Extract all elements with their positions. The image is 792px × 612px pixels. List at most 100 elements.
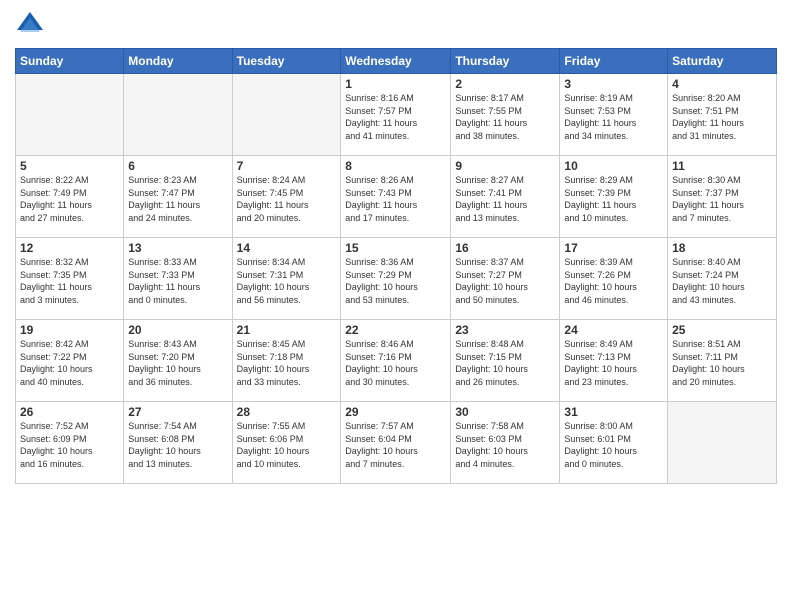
header-saturday: Saturday	[668, 49, 777, 74]
calendar-cell: 27Sunrise: 7:54 AM Sunset: 6:08 PM Dayli…	[124, 402, 232, 484]
day-number: 8	[345, 159, 446, 173]
calendar-cell: 14Sunrise: 8:34 AM Sunset: 7:31 PM Dayli…	[232, 238, 341, 320]
day-number: 14	[237, 241, 337, 255]
day-number: 11	[672, 159, 772, 173]
calendar-cell: 7Sunrise: 8:24 AM Sunset: 7:45 PM Daylig…	[232, 156, 341, 238]
calendar-cell: 25Sunrise: 8:51 AM Sunset: 7:11 PM Dayli…	[668, 320, 777, 402]
day-number: 5	[20, 159, 119, 173]
day-number: 15	[345, 241, 446, 255]
day-info: Sunrise: 8:26 AM Sunset: 7:43 PM Dayligh…	[345, 174, 446, 224]
day-number: 13	[128, 241, 227, 255]
day-number: 6	[128, 159, 227, 173]
day-number: 1	[345, 77, 446, 91]
calendar-cell: 13Sunrise: 8:33 AM Sunset: 7:33 PM Dayli…	[124, 238, 232, 320]
calendar-cell: 26Sunrise: 7:52 AM Sunset: 6:09 PM Dayli…	[16, 402, 124, 484]
logo	[15, 10, 49, 40]
day-info: Sunrise: 8:42 AM Sunset: 7:22 PM Dayligh…	[20, 338, 119, 388]
day-number: 28	[237, 405, 337, 419]
day-number: 10	[564, 159, 663, 173]
page: SundayMondayTuesdayWednesdayThursdayFrid…	[0, 0, 792, 612]
day-info: Sunrise: 8:17 AM Sunset: 7:55 PM Dayligh…	[455, 92, 555, 142]
calendar-cell: 16Sunrise: 8:37 AM Sunset: 7:27 PM Dayli…	[451, 238, 560, 320]
calendar-week-2: 12Sunrise: 8:32 AM Sunset: 7:35 PM Dayli…	[16, 238, 777, 320]
calendar-cell: 5Sunrise: 8:22 AM Sunset: 7:49 PM Daylig…	[16, 156, 124, 238]
day-number: 20	[128, 323, 227, 337]
day-info: Sunrise: 8:36 AM Sunset: 7:29 PM Dayligh…	[345, 256, 446, 306]
day-number: 9	[455, 159, 555, 173]
calendar-cell: 20Sunrise: 8:43 AM Sunset: 7:20 PM Dayli…	[124, 320, 232, 402]
header	[15, 10, 777, 40]
calendar-header-row: SundayMondayTuesdayWednesdayThursdayFrid…	[16, 49, 777, 74]
day-info: Sunrise: 8:19 AM Sunset: 7:53 PM Dayligh…	[564, 92, 663, 142]
calendar-cell	[668, 402, 777, 484]
header-friday: Friday	[560, 49, 668, 74]
calendar-week-4: 26Sunrise: 7:52 AM Sunset: 6:09 PM Dayli…	[16, 402, 777, 484]
day-info: Sunrise: 8:30 AM Sunset: 7:37 PM Dayligh…	[672, 174, 772, 224]
day-number: 25	[672, 323, 772, 337]
day-number: 4	[672, 77, 772, 91]
calendar-cell	[124, 74, 232, 156]
calendar-cell: 10Sunrise: 8:29 AM Sunset: 7:39 PM Dayli…	[560, 156, 668, 238]
header-sunday: Sunday	[16, 49, 124, 74]
header-wednesday: Wednesday	[341, 49, 451, 74]
header-monday: Monday	[124, 49, 232, 74]
day-info: Sunrise: 8:16 AM Sunset: 7:57 PM Dayligh…	[345, 92, 446, 142]
day-number: 23	[455, 323, 555, 337]
day-number: 17	[564, 241, 663, 255]
day-info: Sunrise: 8:45 AM Sunset: 7:18 PM Dayligh…	[237, 338, 337, 388]
day-info: Sunrise: 7:58 AM Sunset: 6:03 PM Dayligh…	[455, 420, 555, 470]
day-info: Sunrise: 8:29 AM Sunset: 7:39 PM Dayligh…	[564, 174, 663, 224]
day-number: 21	[237, 323, 337, 337]
day-info: Sunrise: 8:33 AM Sunset: 7:33 PM Dayligh…	[128, 256, 227, 306]
day-number: 7	[237, 159, 337, 173]
day-info: Sunrise: 8:22 AM Sunset: 7:49 PM Dayligh…	[20, 174, 119, 224]
day-number: 22	[345, 323, 446, 337]
calendar-week-1: 5Sunrise: 8:22 AM Sunset: 7:49 PM Daylig…	[16, 156, 777, 238]
calendar-cell: 19Sunrise: 8:42 AM Sunset: 7:22 PM Dayli…	[16, 320, 124, 402]
header-thursday: Thursday	[451, 49, 560, 74]
day-number: 19	[20, 323, 119, 337]
calendar-cell: 17Sunrise: 8:39 AM Sunset: 7:26 PM Dayli…	[560, 238, 668, 320]
day-info: Sunrise: 8:48 AM Sunset: 7:15 PM Dayligh…	[455, 338, 555, 388]
day-info: Sunrise: 8:32 AM Sunset: 7:35 PM Dayligh…	[20, 256, 119, 306]
day-number: 2	[455, 77, 555, 91]
calendar-cell: 22Sunrise: 8:46 AM Sunset: 7:16 PM Dayli…	[341, 320, 451, 402]
calendar-cell: 12Sunrise: 8:32 AM Sunset: 7:35 PM Dayli…	[16, 238, 124, 320]
day-number: 12	[20, 241, 119, 255]
calendar-cell: 9Sunrise: 8:27 AM Sunset: 7:41 PM Daylig…	[451, 156, 560, 238]
calendar-cell	[232, 74, 341, 156]
calendar-cell: 28Sunrise: 7:55 AM Sunset: 6:06 PM Dayli…	[232, 402, 341, 484]
day-number: 27	[128, 405, 227, 419]
calendar-cell: 11Sunrise: 8:30 AM Sunset: 7:37 PM Dayli…	[668, 156, 777, 238]
day-number: 29	[345, 405, 446, 419]
calendar-cell: 6Sunrise: 8:23 AM Sunset: 7:47 PM Daylig…	[124, 156, 232, 238]
day-number: 26	[20, 405, 119, 419]
logo-icon	[15, 10, 45, 40]
calendar-cell: 24Sunrise: 8:49 AM Sunset: 7:13 PM Dayli…	[560, 320, 668, 402]
day-number: 30	[455, 405, 555, 419]
calendar-cell: 15Sunrise: 8:36 AM Sunset: 7:29 PM Dayli…	[341, 238, 451, 320]
calendar-cell: 29Sunrise: 7:57 AM Sunset: 6:04 PM Dayli…	[341, 402, 451, 484]
day-number: 16	[455, 241, 555, 255]
calendar-week-3: 19Sunrise: 8:42 AM Sunset: 7:22 PM Dayli…	[16, 320, 777, 402]
day-info: Sunrise: 8:46 AM Sunset: 7:16 PM Dayligh…	[345, 338, 446, 388]
calendar-cell: 23Sunrise: 8:48 AM Sunset: 7:15 PM Dayli…	[451, 320, 560, 402]
day-info: Sunrise: 8:27 AM Sunset: 7:41 PM Dayligh…	[455, 174, 555, 224]
day-info: Sunrise: 8:23 AM Sunset: 7:47 PM Dayligh…	[128, 174, 227, 224]
day-info: Sunrise: 8:24 AM Sunset: 7:45 PM Dayligh…	[237, 174, 337, 224]
day-info: Sunrise: 7:54 AM Sunset: 6:08 PM Dayligh…	[128, 420, 227, 470]
calendar-cell: 18Sunrise: 8:40 AM Sunset: 7:24 PM Dayli…	[668, 238, 777, 320]
day-number: 24	[564, 323, 663, 337]
day-info: Sunrise: 8:37 AM Sunset: 7:27 PM Dayligh…	[455, 256, 555, 306]
day-info: Sunrise: 8:20 AM Sunset: 7:51 PM Dayligh…	[672, 92, 772, 142]
day-number: 3	[564, 77, 663, 91]
day-info: Sunrise: 8:51 AM Sunset: 7:11 PM Dayligh…	[672, 338, 772, 388]
day-info: Sunrise: 8:00 AM Sunset: 6:01 PM Dayligh…	[564, 420, 663, 470]
calendar-cell	[16, 74, 124, 156]
calendar-table: SundayMondayTuesdayWednesdayThursdayFrid…	[15, 48, 777, 484]
day-number: 18	[672, 241, 772, 255]
day-info: Sunrise: 8:39 AM Sunset: 7:26 PM Dayligh…	[564, 256, 663, 306]
calendar-cell: 31Sunrise: 8:00 AM Sunset: 6:01 PM Dayli…	[560, 402, 668, 484]
day-number: 31	[564, 405, 663, 419]
day-info: Sunrise: 7:55 AM Sunset: 6:06 PM Dayligh…	[237, 420, 337, 470]
